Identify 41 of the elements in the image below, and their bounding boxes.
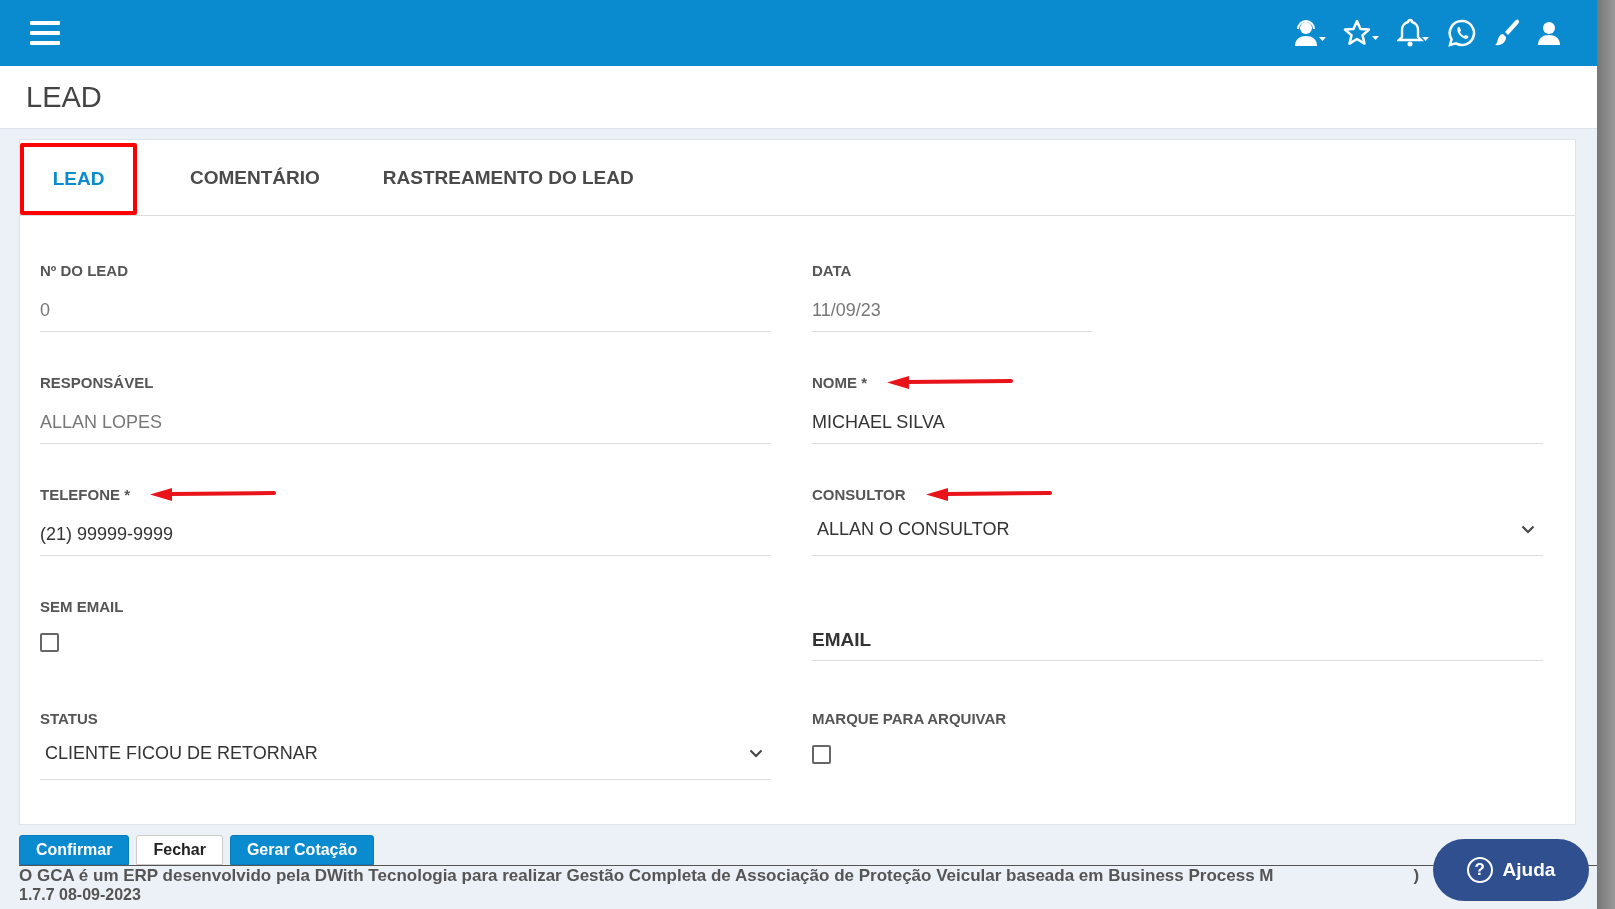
- menu-icon[interactable]: [30, 20, 60, 46]
- help-icon: ?: [1466, 857, 1493, 883]
- brush-icon[interactable]: [1493, 18, 1521, 48]
- section-heading: EMAIL: [812, 620, 1543, 661]
- input-field[interactable]: 0: [40, 280, 771, 332]
- field-label: DATA: [812, 261, 852, 279]
- chevron-icon: [1521, 525, 1535, 534]
- star-icon[interactable]: [1343, 19, 1381, 47]
- checkbox[interactable]: [40, 632, 59, 652]
- select-field[interactable]: ALLAN O CONSULTOR: [812, 504, 1543, 556]
- checkbox[interactable]: [812, 744, 831, 764]
- field-label: RESPONSÁVEL: [40, 373, 154, 391]
- footer-text: O GCA é um ERP desenvolvido pela DWith Tecnologia para realizar Gestão Completa de Associação de Proteção Veicular baseada em Business Process M: [19, 866, 1274, 885]
- action-button[interactable]: Fechar: [136, 835, 223, 865]
- input-field[interactable]: MICHAEL SILVA: [812, 392, 1543, 444]
- tab[interactable]: COMENTÁRIO: [160, 140, 350, 215]
- field-label: SEM EMAIL: [40, 597, 124, 615]
- input-field[interactable]: ALLAN LOPES: [40, 392, 771, 444]
- chevron-icon: [749, 749, 763, 758]
- field-label: MARQUE PARA ARQUIVAR: [812, 709, 1007, 727]
- page-title: LEAD: [26, 80, 102, 114]
- field-label: NOME *: [812, 373, 867, 391]
- tab[interactable]: RASTREAMENTO DO LEAD: [352, 140, 664, 215]
- input-field[interactable]: (21) 99999-9999: [40, 504, 771, 556]
- field-label: TELEFONE *: [40, 485, 130, 503]
- bell-icon[interactable]: [1397, 18, 1431, 48]
- field-label: Nº DO LEAD: [40, 261, 128, 279]
- select-field[interactable]: CLIENTE FICOU DE RETORNAR: [40, 728, 771, 780]
- support-agent-icon[interactable]: [1293, 19, 1327, 47]
- field-label: CONSULTOR: [812, 485, 906, 503]
- tab[interactable]: LEAD: [20, 143, 137, 215]
- whatsapp-icon[interactable]: [1447, 18, 1477, 48]
- footer-text: ): [1413, 866, 1420, 885]
- input-field[interactable]: 11/09/23: [812, 280, 1092, 332]
- user-icon[interactable]: [1537, 20, 1561, 46]
- help-button[interactable]: ? Ajuda: [1433, 839, 1589, 901]
- action-button[interactable]: Confirmar: [19, 835, 130, 865]
- scrollbar[interactable]: [1597, 0, 1615, 909]
- field-label: STATUS: [40, 709, 98, 727]
- action-button[interactable]: Gerar Cotação: [229, 835, 375, 865]
- version-text: 1.7.7 08-09-2023: [19, 885, 142, 904]
